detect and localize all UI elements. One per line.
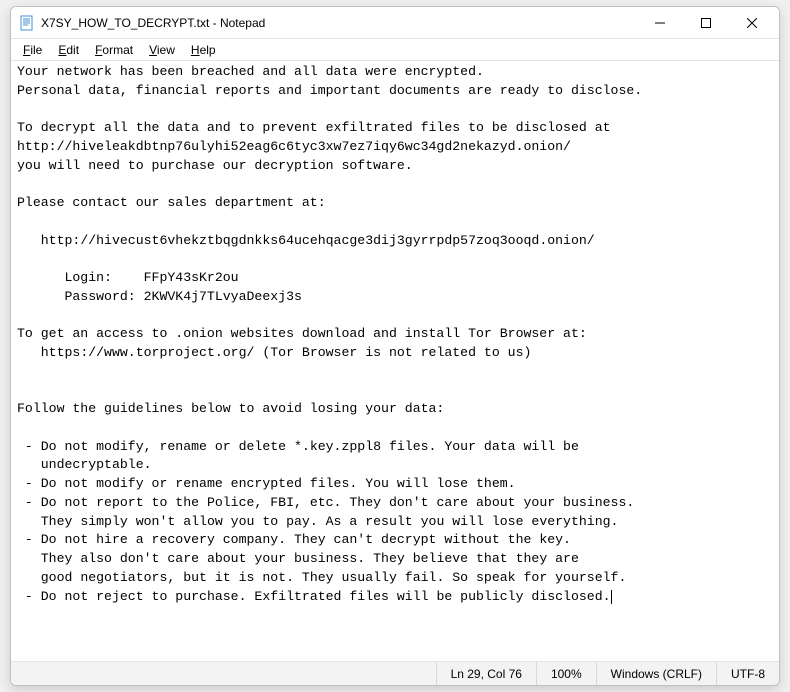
text-caret [611, 590, 612, 604]
window-title: X7SY_HOW_TO_DECRYPT.txt - Notepad [41, 16, 637, 30]
statusbar: Ln 29, Col 76 100% Windows (CRLF) UTF-8 [11, 661, 779, 685]
minimize-button[interactable] [637, 7, 683, 38]
titlebar: X7SY_HOW_TO_DECRYPT.txt - Notepad [11, 7, 779, 39]
close-button[interactable] [729, 7, 775, 38]
notepad-icon [19, 15, 35, 31]
maximize-button[interactable] [683, 7, 729, 38]
menu-format[interactable]: Format [87, 41, 141, 59]
menu-view[interactable]: View [141, 41, 183, 59]
menu-edit[interactable]: Edit [50, 41, 87, 59]
status-encoding: UTF-8 [716, 662, 779, 685]
menubar: File Edit Format View Help [11, 39, 779, 61]
window-controls [637, 7, 775, 38]
menu-help[interactable]: Help [183, 41, 224, 59]
text-editor-area[interactable]: Your network has been breached and all d… [11, 61, 779, 661]
notepad-window: X7SY_HOW_TO_DECRYPT.txt - Notepad File E… [10, 6, 780, 686]
menu-file[interactable]: File [15, 41, 50, 59]
status-cursor-position: Ln 29, Col 76 [436, 662, 536, 685]
status-line-ending: Windows (CRLF) [596, 662, 716, 685]
status-zoom: 100% [536, 662, 596, 685]
document-text: Your network has been breached and all d… [17, 64, 642, 604]
